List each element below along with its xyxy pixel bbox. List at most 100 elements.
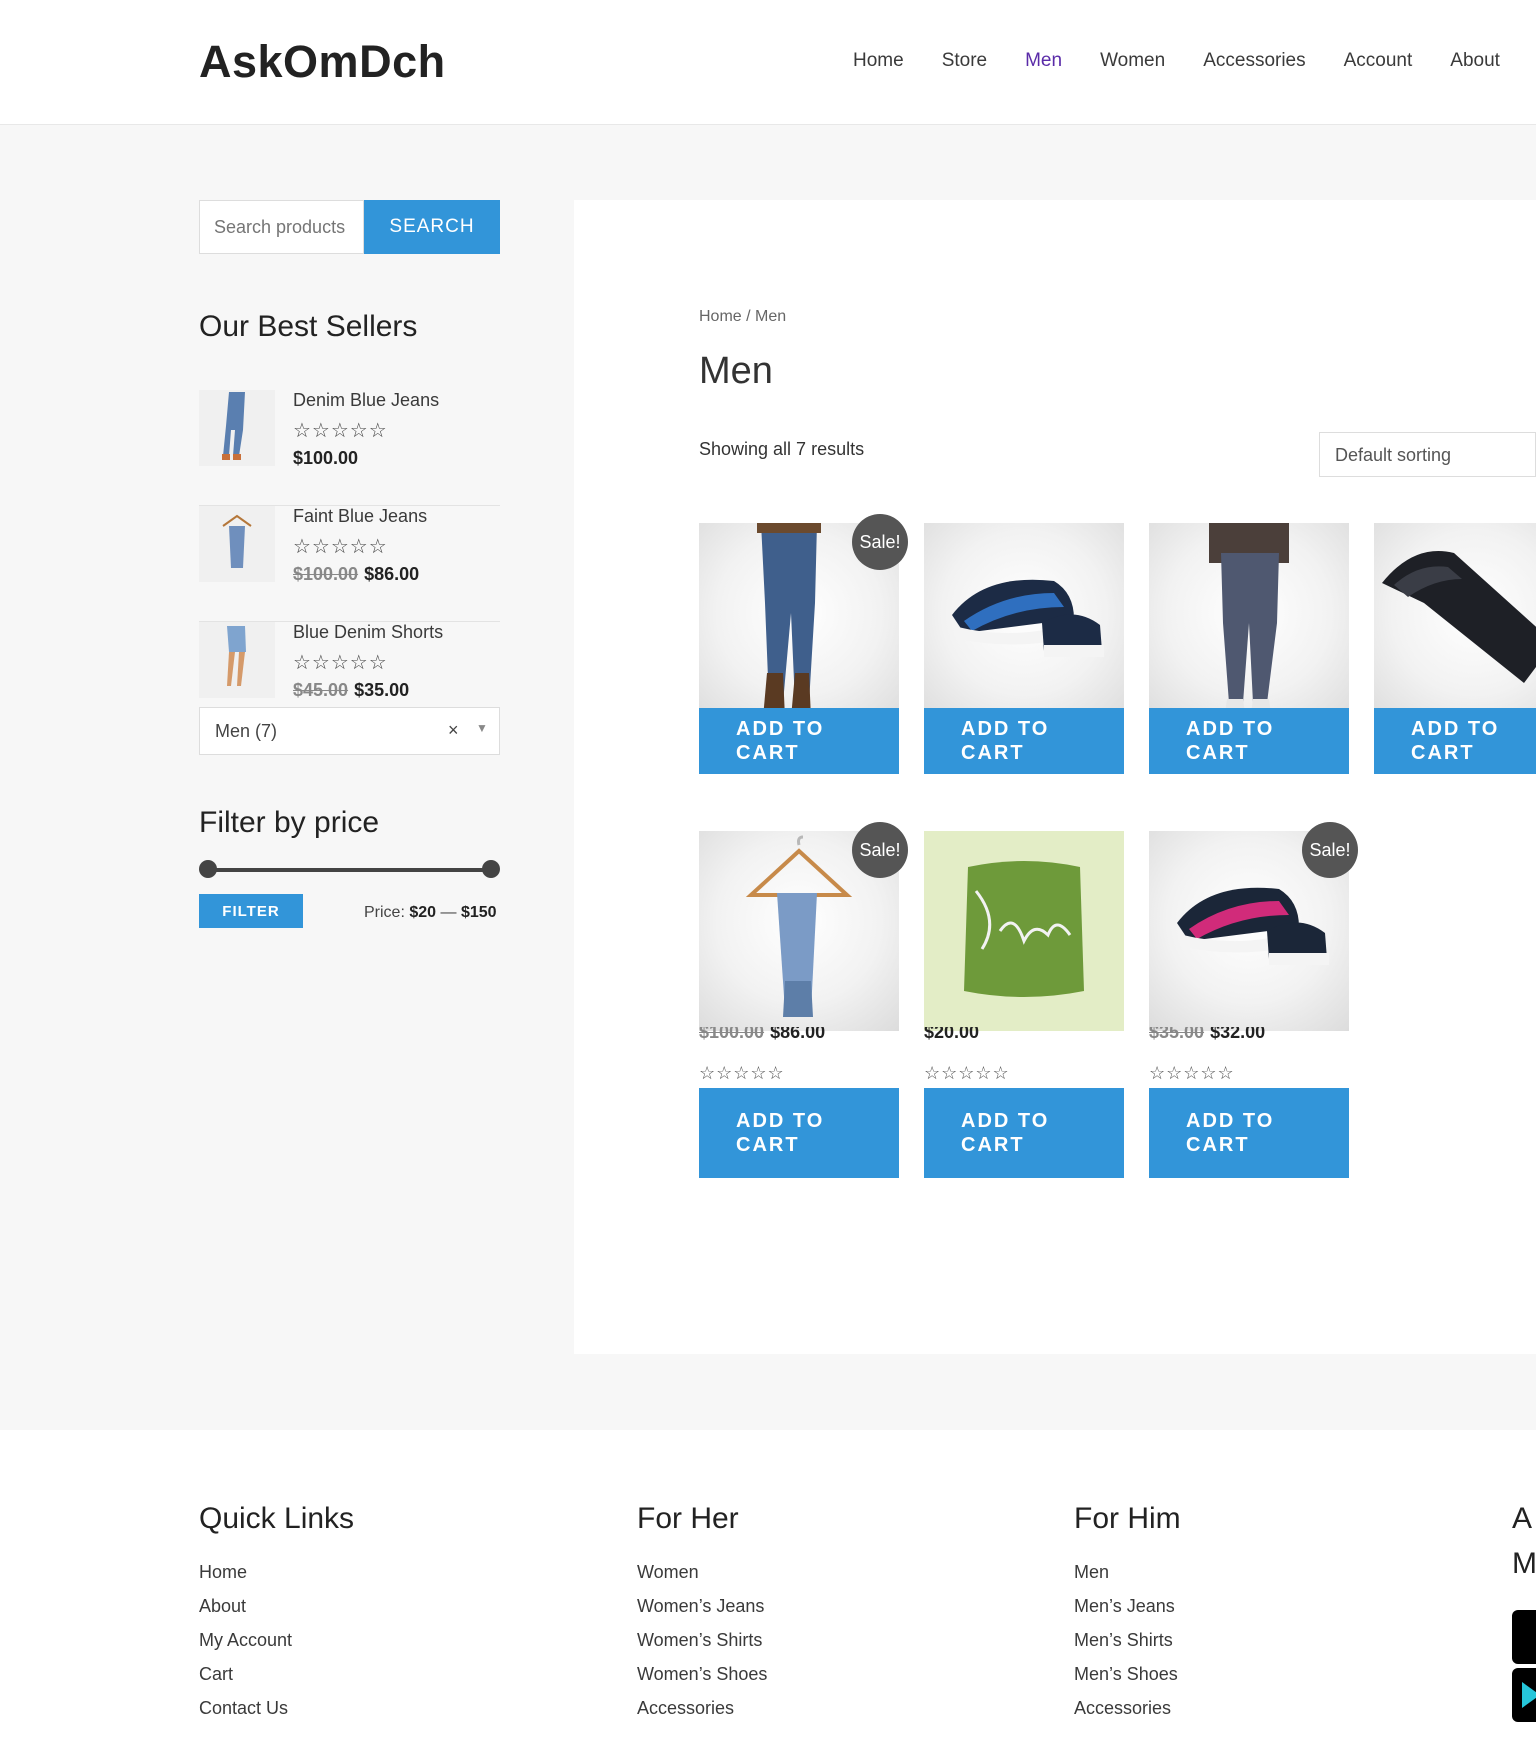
nav-men[interactable]: Men bbox=[1025, 50, 1062, 72]
category-select[interactable]: Men (7) × ▼ bbox=[199, 707, 500, 755]
product-thumbnail[interactable] bbox=[199, 622, 275, 698]
footer-link[interactable]: About bbox=[199, 1596, 354, 1630]
sale-badge: Sale! bbox=[1302, 822, 1358, 878]
best-seller-item[interactable]: Blue Denim Shorts ☆☆☆☆☆ $45.00 $35.00 bbox=[199, 622, 500, 708]
footer-link[interactable]: Men’s Shirts bbox=[1074, 1630, 1181, 1664]
footer-link[interactable]: Women’s Jeans bbox=[637, 1596, 767, 1630]
google-play-badge[interactable] bbox=[1512, 1668, 1536, 1722]
product-thumbnail[interactable] bbox=[199, 506, 275, 582]
nav-women[interactable]: Women bbox=[1100, 50, 1165, 72]
price-current: $32.00 bbox=[1210, 1027, 1266, 1041]
add-to-cart-label: CART bbox=[1186, 1134, 1250, 1156]
nav-home[interactable]: Home bbox=[853, 50, 904, 72]
footer-column-title: Quick Links bbox=[199, 1502, 355, 1535]
price-slider[interactable] bbox=[199, 860, 500, 878]
footer-link[interactable]: Men’s Jeans bbox=[1074, 1596, 1181, 1630]
price-range-max: $150 bbox=[460, 904, 497, 921]
add-to-cart-label: ADD TO bbox=[1186, 718, 1275, 740]
product-image[interactable] bbox=[924, 523, 1124, 723]
price-old: $100.00 bbox=[699, 1027, 765, 1041]
search-input[interactable] bbox=[199, 200, 364, 254]
footer-quick-links: Quick Links Home About My Account Cart C… bbox=[199, 1502, 354, 1732]
chevron-down-icon[interactable]: ▼ bbox=[476, 721, 488, 735]
footer-link[interactable]: Men bbox=[1074, 1562, 1181, 1596]
footer-column-title: For Her bbox=[637, 1502, 739, 1535]
product-name[interactable]: Denim Blue Jeans bbox=[293, 390, 439, 411]
footer-link[interactable]: Home bbox=[199, 1562, 354, 1596]
price-current: $86.00 bbox=[770, 1027, 826, 1041]
footer-link[interactable]: Contact Us bbox=[199, 1698, 354, 1732]
footer-for-him: For Him Men Men’s Jeans Men’s Shirts Men… bbox=[1074, 1502, 1181, 1732]
price-slider-min-handle[interactable] bbox=[199, 860, 217, 878]
footer-for-her: For Her Women Women’s Jeans Women’s Shir… bbox=[637, 1502, 767, 1732]
best-seller-item[interactable]: Faint Blue Jeans ☆☆☆☆☆ $100.00 $86.00 bbox=[199, 506, 500, 622]
app-store-badge[interactable] bbox=[1512, 1610, 1536, 1664]
sale-badge: Sale! bbox=[852, 822, 908, 878]
category-select-value: Men (7) bbox=[215, 721, 278, 741]
filter-button[interactable]: FILTER bbox=[199, 894, 303, 928]
add-to-cart-button[interactable]: ADD TO CART bbox=[924, 1088, 1124, 1178]
product-name[interactable]: Blue Denim Shorts bbox=[293, 622, 443, 643]
nav-account[interactable]: Account bbox=[1344, 50, 1413, 72]
add-to-cart-button[interactable]: ADD TO CART bbox=[1149, 1088, 1349, 1178]
add-to-cart-label: CART bbox=[736, 742, 800, 764]
add-to-cart-label: CART bbox=[1411, 742, 1475, 764]
search-button[interactable]: SEARCH bbox=[364, 200, 500, 254]
price-slider-max-handle[interactable] bbox=[482, 860, 500, 878]
best-sellers-title: Our Best Sellers bbox=[199, 310, 418, 343]
add-to-cart-button[interactable]: ADD TO CART bbox=[1149, 708, 1349, 774]
price-range-label: Price: $20 — $150 bbox=[364, 904, 497, 922]
price-old: $100.00 bbox=[293, 564, 359, 584]
footer-edge-heading: A bbox=[1512, 1502, 1533, 1535]
site-logo[interactable]: AskOmDch bbox=[199, 36, 446, 88]
add-to-cart-label: ADD TO bbox=[1411, 718, 1500, 740]
best-seller-item[interactable]: Denim Blue Jeans ☆☆☆☆☆ $100.00 bbox=[199, 390, 500, 506]
add-to-cart-label: ADD TO bbox=[961, 718, 1050, 740]
product-image[interactable] bbox=[1149, 523, 1349, 723]
page-title: Men bbox=[699, 350, 773, 392]
sale-badge: Sale! bbox=[852, 514, 908, 570]
nav-about[interactable]: About bbox=[1450, 50, 1500, 72]
product-thumbnail[interactable] bbox=[199, 390, 275, 466]
main-nav: Home Store Men Women Accessories Account… bbox=[853, 50, 1536, 72]
add-to-cart-label: ADD TO bbox=[736, 1110, 825, 1132]
footer-link[interactable]: Men’s Shoes bbox=[1074, 1664, 1181, 1698]
price-range-separator: — bbox=[440, 904, 457, 921]
add-to-cart-button[interactable]: ADD TO CART bbox=[699, 1088, 899, 1178]
nav-store[interactable]: Store bbox=[942, 50, 987, 72]
footer-link[interactable]: Women bbox=[637, 1562, 767, 1596]
footer-link[interactable]: Women’s Shoes bbox=[637, 1664, 767, 1698]
product-image[interactable] bbox=[1374, 523, 1536, 723]
add-to-cart-label: CART bbox=[1186, 742, 1250, 764]
breadcrumb[interactable]: Home / Men bbox=[699, 308, 786, 326]
price-range-prefix: Price: bbox=[364, 904, 405, 921]
add-to-cart-label: CART bbox=[961, 742, 1025, 764]
price-current: $86.00 bbox=[364, 564, 420, 584]
add-to-cart-button[interactable]: ADD TO CART bbox=[924, 708, 1124, 774]
footer-link[interactable]: Accessories bbox=[637, 1698, 767, 1732]
price-old: $35.00 bbox=[1149, 1027, 1205, 1041]
product-price: $100.00 bbox=[293, 448, 358, 469]
footer-link[interactable]: Women’s Shirts bbox=[637, 1630, 767, 1664]
add-to-cart-label: ADD TO bbox=[736, 718, 825, 740]
footer-link[interactable]: My Account bbox=[199, 1630, 354, 1664]
sort-select[interactable]: Default sorting bbox=[1319, 432, 1536, 477]
add-to-cart-button[interactable]: ADD TO CART bbox=[699, 708, 899, 774]
rating-stars: ☆☆☆☆☆ bbox=[293, 652, 388, 674]
filter-by-price-title: Filter by price bbox=[199, 806, 380, 839]
result-count: Showing all 7 results bbox=[699, 439, 865, 459]
nav-accessories[interactable]: Accessories bbox=[1203, 50, 1305, 72]
product-search: SEARCH bbox=[199, 200, 500, 254]
product-image[interactable] bbox=[924, 831, 1124, 1031]
add-to-cart-button[interactable]: ADD TO CART bbox=[1374, 708, 1536, 774]
clear-icon[interactable]: × bbox=[448, 720, 459, 741]
product-price: $100.00 $86.00 bbox=[293, 564, 419, 585]
product-price: $20.00 bbox=[924, 1027, 1124, 1041]
footer-link[interactable]: Accessories bbox=[1074, 1698, 1181, 1732]
footer-link[interactable]: Cart bbox=[199, 1664, 354, 1698]
rating-stars: ☆☆☆☆☆ bbox=[293, 420, 388, 442]
footer-column-title: For Him bbox=[1074, 1502, 1181, 1535]
add-to-cart-label: CART bbox=[961, 1134, 1025, 1156]
footer-edge-heading: M bbox=[1512, 1547, 1536, 1580]
product-name[interactable]: Faint Blue Jeans bbox=[293, 506, 427, 527]
